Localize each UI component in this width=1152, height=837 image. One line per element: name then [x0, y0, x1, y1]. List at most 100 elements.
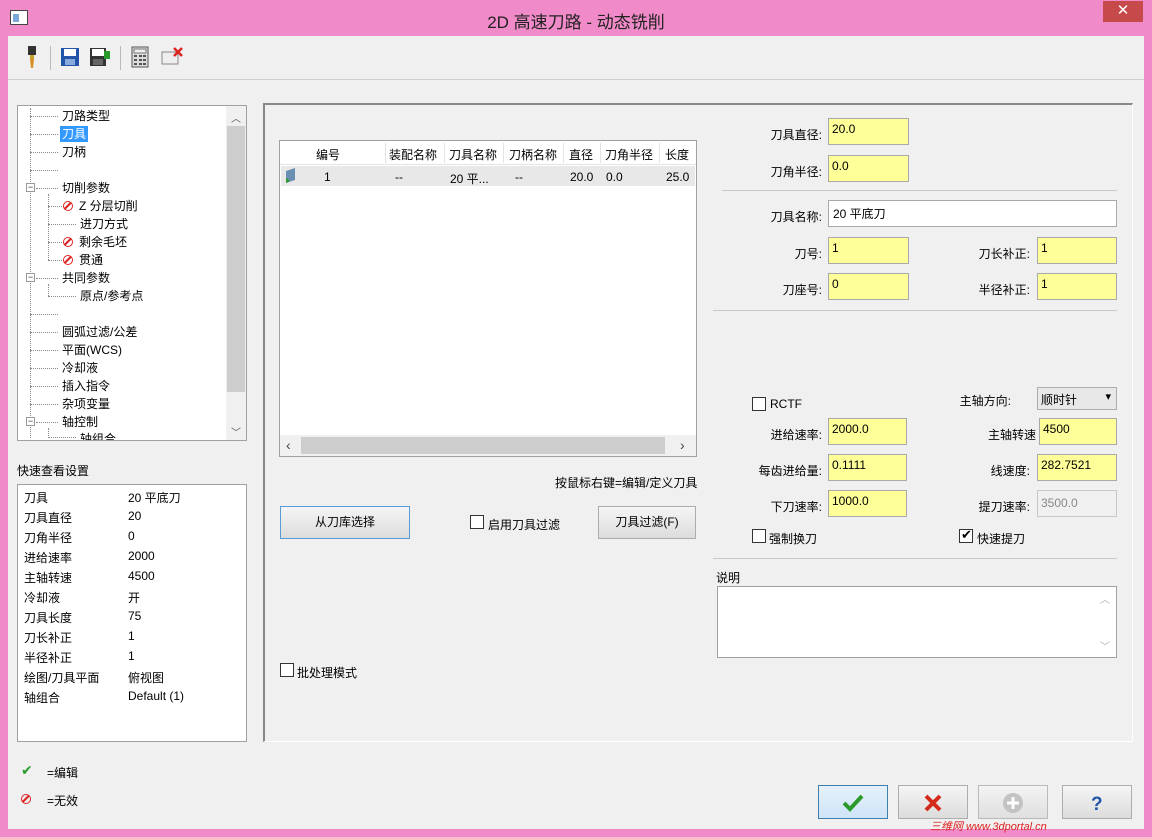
column-header[interactable]: 刀具名称 [449, 146, 497, 163]
scroll-down-icon[interactable]: ﹀ [1100, 638, 1110, 653]
tree-line [48, 224, 76, 225]
qv-label: 绘图/刀具平面 [24, 671, 100, 685]
tree-item-coolant[interactable]: 冷却液 [62, 360, 98, 376]
plunge-rate-label: 下刀速率: [770, 500, 822, 514]
tool-name-field[interactable]: 20 平底刀 [828, 200, 1117, 227]
tool-icon[interactable] [20, 44, 44, 70]
scroll-down-icon[interactable]: ﹀ [231, 424, 241, 439]
qv-label: 刀角半径 [24, 531, 73, 545]
tree-line [48, 206, 62, 207]
qv-value: 75 [128, 609, 142, 623]
feed-per-tooth-field[interactable]: 0.1111 [828, 454, 907, 481]
rctf-checkbox[interactable] [752, 397, 766, 411]
rapid-retract-label: 快速提刀 [977, 532, 1026, 546]
column-header[interactable]: 刀角半径 [605, 146, 653, 163]
tree-line [48, 260, 62, 261]
tree-item-axis-control[interactable]: 轴控制 [62, 414, 98, 430]
tree-item-holder[interactable]: 刀柄 [62, 144, 86, 160]
divider [713, 558, 1117, 559]
retract-rate-field[interactable]: 3500.0 [1037, 490, 1117, 517]
tree-item-misc-values[interactable]: 杂项变量 [62, 396, 110, 412]
scroll-left-icon[interactable]: ‹ [286, 437, 291, 453]
column-divider [503, 143, 504, 163]
corner-radius-label: 刀角半径: [770, 165, 822, 179]
save-icon[interactable] [58, 44, 82, 70]
rctf-label: RCTF [770, 397, 802, 411]
cell-corner-radius: 0.0 [606, 170, 623, 184]
scroll-up-icon[interactable]: ︿ [1100, 591, 1110, 606]
tree-item-entry-motion[interactable]: 进刀方式 [80, 216, 128, 232]
tree-line [30, 134, 58, 135]
column-header[interactable]: 刀柄名称 [509, 146, 557, 163]
column-divider [444, 143, 445, 163]
tree-item-home-ref[interactable]: 原点/参考点 [80, 288, 143, 304]
feed-rate-field[interactable]: 2000.0 [828, 418, 907, 445]
invalid-icon [63, 255, 73, 265]
collapse-icon[interactable]: − [26, 417, 35, 426]
tree-item-rest-stock[interactable]: 剩余毛坯 [63, 234, 127, 250]
ok-button[interactable] [818, 785, 888, 819]
enable-filter-checkbox[interactable] [470, 515, 484, 529]
qv-label: 冷却液 [24, 591, 61, 605]
delete-icon[interactable] [160, 44, 184, 70]
hscroll-thumb[interactable] [301, 437, 665, 454]
rapid-retract-checkbox[interactable] [959, 527, 973, 543]
tool-filter-button[interactable]: 刀具过滤(F) [598, 506, 696, 539]
tool-diameter-field[interactable]: 20.0 [828, 118, 909, 145]
tool-list[interactable] [279, 140, 697, 457]
flat-endmill-icon [284, 168, 298, 187]
tree-item-tool-selected[interactable]: 刀具 [60, 126, 89, 142]
column-header[interactable]: 编号 [316, 146, 340, 163]
tree-line [30, 332, 58, 333]
qv-value: 0 [128, 529, 135, 543]
tree-item-toolpath-type[interactable]: 刀路类型 [62, 108, 110, 124]
column-header[interactable]: 长度 [665, 146, 689, 163]
collapse-icon[interactable]: − [26, 273, 35, 282]
tree-item-arc-filter[interactable]: 圆弧过滤/公差 [62, 324, 137, 340]
diameter-offset-field[interactable]: 1 [1037, 273, 1117, 300]
tool-number-field[interactable]: 1 [828, 237, 909, 264]
comment-textarea[interactable] [717, 586, 1117, 658]
apply-button[interactable] [978, 785, 1048, 819]
tree-scroll-thumb[interactable] [227, 126, 245, 392]
tree-item-depth-cuts[interactable]: Z 分层切削 [63, 198, 138, 214]
spindle-direction-select[interactable]: 顺时针 ▾ [1037, 387, 1117, 410]
cell-diameter: 20.0 [570, 170, 594, 184]
help-button[interactable]: ? [1062, 785, 1132, 819]
tree-item-linking[interactable]: 共同参数 [62, 270, 110, 286]
cancel-button[interactable] [898, 785, 968, 819]
tree-item-axis-combo[interactable]: 轴组合 [80, 431, 116, 440]
spindle-speed-label: 主轴转速 [987, 428, 1036, 442]
column-header[interactable]: 直径 [569, 146, 593, 163]
tree-item-canned-text[interactable]: 插入指令 [62, 378, 110, 394]
save-as-icon[interactable] [88, 44, 112, 70]
tree-line [48, 242, 62, 243]
cell-holder: -- [515, 170, 523, 184]
tree-item-planes[interactable]: 平面(WCS) [62, 342, 122, 358]
qv-label: 主轴转速 [24, 571, 73, 585]
tree-line [30, 404, 58, 405]
length-offset-label: 刀长补正: [978, 247, 1030, 261]
spindle-speed-field[interactable]: 4500 [1039, 418, 1117, 445]
select-library-button[interactable]: 从刀库选择 [280, 506, 410, 539]
corner-radius-field[interactable]: 0.0 [828, 155, 909, 182]
tree-item-break-through[interactable]: 贯通 [63, 252, 103, 268]
calculator-icon[interactable] [128, 44, 152, 70]
parameter-tree[interactable] [17, 105, 247, 441]
column-header[interactable]: 装配名称 [389, 146, 437, 163]
tree-item-cut-params[interactable]: 切削参数 [62, 180, 110, 196]
holder-number-field[interactable]: 0 [828, 273, 909, 300]
force-tool-change-checkbox[interactable] [752, 529, 766, 543]
scroll-right-icon[interactable]: › [680, 437, 685, 453]
length-offset-field[interactable]: 1 [1037, 237, 1117, 264]
qv-label: 半径补正 [24, 651, 73, 665]
collapse-icon[interactable]: − [26, 183, 35, 192]
scroll-up-icon[interactable]: ︿ [231, 110, 241, 125]
tree-line [30, 152, 58, 153]
close-button[interactable]: ✕ [1103, 1, 1143, 22]
batch-mode-checkbox[interactable] [280, 663, 294, 677]
qv-label: 刀长补正 [24, 631, 73, 645]
surface-speed-field[interactable]: 282.7521 [1037, 454, 1117, 481]
spindle-direction-label: 主轴方向: [959, 394, 1011, 408]
plunge-rate-field[interactable]: 1000.0 [828, 490, 907, 517]
